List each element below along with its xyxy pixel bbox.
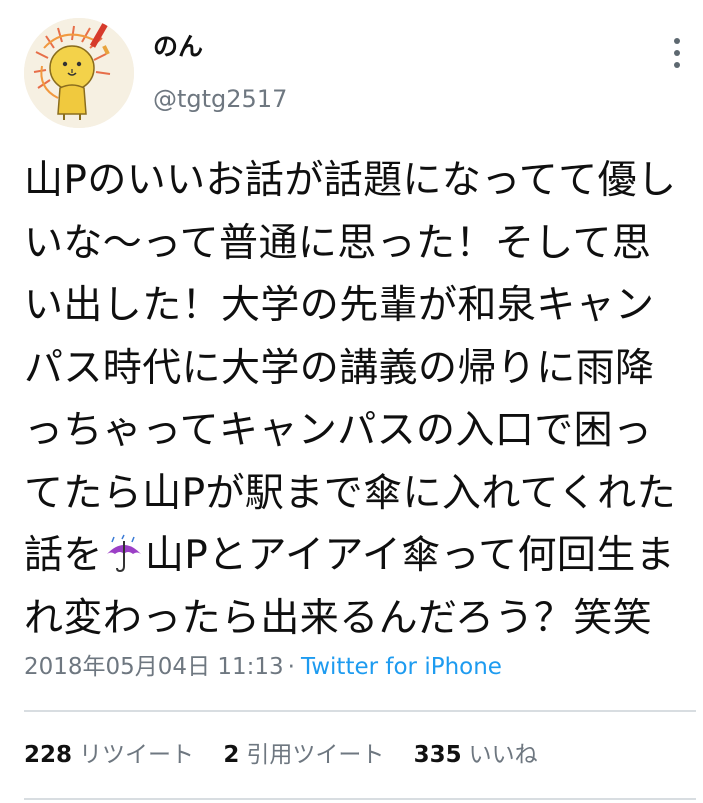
retweets-label: リツイート [79,742,195,768]
tweet-text: 山Pのいいお話が話題になってて優し いな〜って普通に思った！そして思 い出した！… [24,150,692,650]
tweet-meta: 2018年05月04日 11:13 · Twitter for iPhone [24,652,502,682]
quotes-label: 引用ツイート [246,742,385,768]
separator-dot: · [287,654,295,680]
retweets-stat[interactable]: 228 リツイート [24,740,194,770]
umbrella-with-rain-icon [106,534,141,573]
tweet-line: いな〜って普通に思った！そして思 [24,220,652,266]
quotes-count: 2 [223,742,240,768]
divider [24,798,696,800]
tweet-line: い出した！大学の先輩が和泉キャン [24,283,655,328]
retweets-count: 228 [24,742,73,768]
tweet-stats: 228 リツイート 2 引用ツイート 335 いいね [24,740,560,770]
quotes-stat[interactable]: 2 引用ツイート [223,740,384,770]
divider [24,710,696,712]
more-vertical-icon[interactable] [668,38,686,74]
lion-drawing-avatar-icon [24,18,134,128]
likes-count: 335 [413,742,462,768]
tweet-text-after-emoji: 山Pとアイアイ傘って何回生ま [144,533,676,578]
avatar[interactable] [24,18,134,128]
timestamp[interactable]: 2018年05月04日 11:13 [24,654,284,680]
tweet-line: パス時代に大学の講義の帰りに雨降 [24,345,655,391]
tweet-line: 山Pのいいお話が話題になってて優し [24,158,677,203]
tweet-line: っちゃってキャンパスの入口で困っ [24,408,653,453]
tweet-line: れ変わったら出来るんだろう？笑笑 [24,595,653,641]
source-link[interactable]: Twitter for iPhone [301,654,502,680]
display-name[interactable]: のん [153,34,203,59]
likes-stat[interactable]: 335 いいね [414,740,538,770]
tweet-line: 話を 山Pとアイアイ傘って何回生ま [24,525,692,588]
user-handle[interactable]: @tgtg2517 [153,87,287,111]
tweet-line: てたら山Pが駅まで傘に入れてくれた [24,470,676,516]
likes-label: いいね [468,742,538,768]
tweet-text-before-emoji: 話を [24,533,103,578]
